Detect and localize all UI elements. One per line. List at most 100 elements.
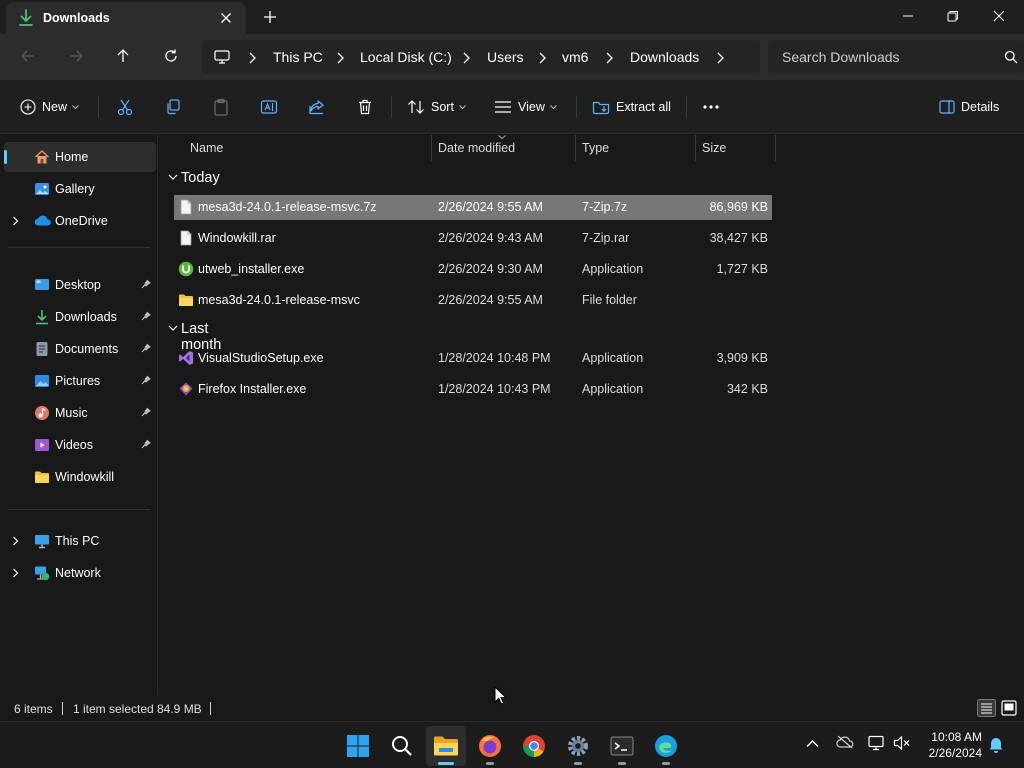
tiles-view-button[interactable] bbox=[1000, 699, 1018, 717]
close-window-button[interactable] bbox=[976, 0, 1022, 32]
tab-downloads[interactable]: Downloads bbox=[6, 2, 246, 34]
column-header-name[interactable]: Name bbox=[184, 135, 432, 161]
up-arrow-icon bbox=[117, 49, 129, 62]
chevron-down-icon bbox=[550, 104, 557, 109]
running-indicator bbox=[618, 762, 626, 765]
copy-icon bbox=[167, 99, 180, 115]
paste-button[interactable] bbox=[212, 97, 230, 117]
plus-circle-icon bbox=[20, 99, 36, 115]
sidebar-item-documents[interactable]: Documents bbox=[4, 334, 156, 364]
delete-button[interactable] bbox=[356, 97, 374, 117]
column-header-type[interactable]: Type bbox=[576, 135, 696, 161]
column-header-size[interactable]: Size bbox=[696, 135, 776, 161]
sidebar-item-music[interactable]: Music bbox=[4, 398, 156, 428]
onedrive-icon bbox=[836, 735, 854, 749]
file-row[interactable]: Windowkill.rar 2/26/2024 9:43 AM 7-Zip.r… bbox=[174, 226, 772, 251]
details-pane-button[interactable]: Details bbox=[939, 97, 999, 117]
taskbar-settings[interactable] bbox=[558, 726, 598, 766]
pin-icon bbox=[141, 279, 151, 289]
sidebar-item-network[interactable]: Network bbox=[4, 558, 156, 588]
clock[interactable]: 10:08 AM 2/26/2024 bbox=[918, 729, 982, 761]
sidebar-item-this-pc[interactable]: This PC bbox=[4, 526, 156, 556]
sidebar-item-onedrive[interactable]: OneDrive bbox=[4, 206, 156, 236]
file-row[interactable]: mesa3d-24.0.1-release-msvc 2/26/2024 9:5… bbox=[174, 288, 772, 313]
notifications-button[interactable] bbox=[988, 736, 1004, 753]
taskbar-chrome[interactable] bbox=[514, 726, 554, 766]
chevron-right-icon[interactable] bbox=[462, 52, 470, 64]
forward-button[interactable] bbox=[62, 44, 90, 68]
file-type: File folder bbox=[582, 293, 637, 307]
chevron-right-icon[interactable] bbox=[716, 52, 724, 64]
running-indicator bbox=[574, 762, 582, 765]
chevron-right-icon[interactable] bbox=[12, 568, 19, 578]
address-bar[interactable]: This PC Local Disk (C:) Users vm6 Downlo… bbox=[202, 40, 760, 74]
breadcrumb-vm6[interactable]: vm6 bbox=[562, 49, 588, 65]
close-tab-button[interactable] bbox=[218, 10, 234, 26]
file-date: 2/26/2024 9:55 AM bbox=[438, 200, 543, 214]
new-button[interactable]: New bbox=[20, 97, 79, 117]
sidebar-item-videos[interactable]: Videos bbox=[4, 430, 156, 460]
sidebar-item-pictures[interactable]: Pictures bbox=[4, 366, 156, 396]
cut-button[interactable] bbox=[116, 97, 134, 117]
chevron-right-icon[interactable] bbox=[12, 216, 19, 226]
up-button[interactable] bbox=[109, 44, 137, 68]
taskbar-firefox[interactable] bbox=[470, 726, 510, 766]
chevron-right-icon[interactable] bbox=[605, 52, 613, 64]
breadcrumb-local-disk[interactable]: Local Disk (C:) bbox=[360, 49, 452, 65]
chevron-right-icon[interactable] bbox=[248, 52, 256, 64]
onedrive-tray-button[interactable] bbox=[836, 735, 854, 749]
breadcrumb-this-pc[interactable]: This PC bbox=[273, 49, 323, 65]
taskbar-edge[interactable] bbox=[646, 726, 686, 766]
back-button[interactable] bbox=[14, 44, 42, 68]
column-divider[interactable] bbox=[775, 135, 776, 161]
show-hidden-icons-button[interactable] bbox=[806, 739, 819, 748]
minimize-button[interactable] bbox=[885, 0, 931, 32]
sidebar-item-desktop[interactable]: Desktop bbox=[4, 270, 156, 300]
sidebar-item-gallery[interactable]: Gallery bbox=[4, 174, 156, 204]
restore-button[interactable] bbox=[930, 0, 976, 32]
chevron-right-icon[interactable] bbox=[12, 536, 19, 546]
view-button[interactable]: View bbox=[494, 97, 557, 117]
taskbar-search-button[interactable] bbox=[382, 726, 422, 766]
active-indicator bbox=[438, 762, 454, 765]
extract-icon bbox=[592, 101, 610, 115]
network-tray-button[interactable] bbox=[868, 735, 886, 751]
more-options-button[interactable] bbox=[702, 97, 720, 117]
extract-all-button[interactable]: Extract all bbox=[592, 97, 671, 117]
refresh-button[interactable] bbox=[157, 44, 185, 68]
details-view-button[interactable] bbox=[977, 699, 996, 717]
sidebar-item-windowkill[interactable]: Windowkill bbox=[4, 462, 156, 492]
back-arrow-icon bbox=[21, 50, 34, 62]
document-icon bbox=[34, 341, 50, 357]
taskbar-terminal[interactable] bbox=[602, 726, 642, 766]
search-box[interactable]: Search Downloads bbox=[768, 40, 1024, 74]
volume-tray-button[interactable] bbox=[893, 735, 911, 751]
share-button[interactable] bbox=[308, 97, 326, 117]
firefox-icon bbox=[479, 735, 501, 757]
sidebar-item-downloads[interactable]: Downloads bbox=[4, 302, 156, 332]
taskbar-file-explorer[interactable] bbox=[426, 726, 466, 766]
terminal-icon bbox=[610, 736, 634, 756]
copy-button[interactable] bbox=[164, 97, 182, 117]
sort-button[interactable]: Sort bbox=[407, 97, 466, 117]
file-row[interactable]: mesa3d-24.0.1-release-msvc.7z 2/26/2024 … bbox=[174, 195, 772, 220]
sidebar-item-home[interactable]: Home bbox=[4, 142, 156, 172]
search-input[interactable]: Search Downloads bbox=[782, 49, 900, 65]
file-explorer-icon bbox=[434, 736, 458, 756]
new-tab-button[interactable] bbox=[260, 8, 280, 26]
forward-arrow-icon bbox=[70, 50, 83, 62]
file-row[interactable]: Firefox Installer.exe 1/28/2024 10:43 PM… bbox=[174, 377, 772, 402]
file-row[interactable]: utweb_installer.exe 2/26/2024 9:30 AM Ap… bbox=[174, 257, 772, 282]
file-type: Application bbox=[582, 382, 644, 396]
breadcrumb-downloads[interactable]: Downloads bbox=[630, 49, 699, 65]
column-header-date[interactable]: Date modified bbox=[432, 135, 576, 161]
start-button[interactable] bbox=[338, 726, 378, 766]
selection-count: 1 item selected bbox=[73, 702, 154, 716]
chevron-right-icon[interactable] bbox=[336, 52, 344, 64]
edge-icon bbox=[655, 735, 677, 757]
file-row[interactable]: VisualStudioSetup.exe 1/28/2024 10:48 PM… bbox=[174, 346, 772, 371]
scissors-icon bbox=[117, 99, 133, 116]
breadcrumb-users[interactable]: Users bbox=[487, 49, 524, 65]
rename-button[interactable] bbox=[260, 97, 278, 117]
chevron-right-icon[interactable] bbox=[538, 52, 546, 64]
